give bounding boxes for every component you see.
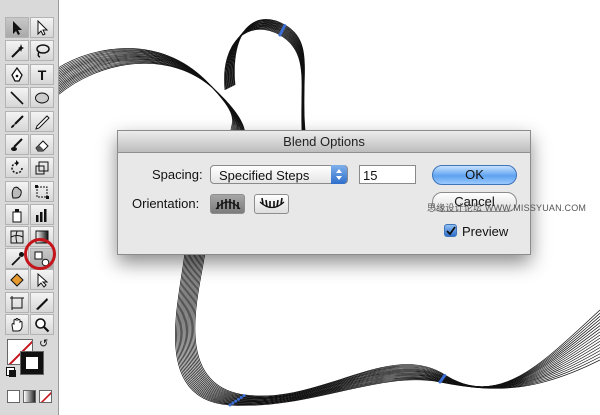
paintbrush-tool[interactable] (5, 111, 29, 132)
free-transform-icon (35, 184, 49, 199)
scale-tool[interactable] (30, 157, 54, 178)
blob-brush-icon (11, 137, 23, 151)
paintbrush-icon (11, 114, 24, 128)
rotate-icon (11, 159, 23, 174)
mesh-icon (10, 230, 24, 243)
symbol-sprayer-icon (12, 208, 22, 222)
ok-button[interactable]: OK (432, 165, 517, 185)
specified-steps-input[interactable]: 15 (359, 165, 416, 184)
zoom-tool[interactable] (30, 314, 54, 335)
gradient-mode-button[interactable] (23, 390, 36, 403)
live-paint-selection-tool[interactable] (30, 269, 54, 290)
scale-icon (35, 161, 49, 174)
dropdown-arrows-icon (331, 165, 347, 184)
slice-tool[interactable] (30, 292, 54, 313)
pen-tool[interactable] (5, 64, 29, 85)
arrow-white-icon (37, 19, 49, 36)
spacing-label: Spacing: (152, 167, 203, 182)
swap-fill-stroke-icon[interactable]: ↺ (39, 337, 48, 350)
mesh-tool[interactable] (5, 226, 29, 247)
preview-checkbox[interactable] (444, 224, 457, 237)
anchor-point (236, 397, 240, 401)
bar-graph-icon (36, 208, 47, 222)
live-paint-bucket-tool[interactable] (5, 269, 29, 290)
none-slash-icon (40, 391, 51, 402)
blend-step-path (177, 251, 600, 405)
spacing-dropdown[interactable]: Specified Steps (210, 165, 348, 184)
symbol-sprayer-tool[interactable] (5, 204, 29, 225)
eraser-icon (35, 139, 49, 151)
blob-brush-tool[interactable] (5, 134, 29, 155)
tools-panel: T ↺ (0, 0, 59, 415)
magic-wand-tool[interactable] (5, 40, 29, 61)
blend-step-path (183, 251, 600, 402)
none-mode-button[interactable] (39, 390, 52, 403)
default-fill-stroke-icon[interactable] (6, 367, 16, 377)
slice-knife-icon (36, 297, 48, 310)
column-graph-tool[interactable] (30, 204, 54, 225)
warp-tool[interactable] (5, 181, 29, 202)
anchor-point (283, 24, 287, 28)
live-paint-selection-icon (37, 272, 49, 288)
dialog-titlebar[interactable]: Blend Options (118, 131, 530, 153)
pencil-icon (35, 114, 50, 130)
lasso-icon (36, 43, 50, 58)
artboard-tool[interactable] (5, 292, 29, 313)
dialog-title: Blend Options (283, 134, 365, 149)
type-tool-label: T (37, 66, 47, 83)
align-to-path-button[interactable] (254, 194, 289, 214)
align-to-path-icon (259, 197, 284, 209)
magic-wand-icon (11, 43, 24, 58)
arrow-black-icon (13, 20, 22, 35)
pen-nib-icon (11, 66, 23, 82)
blend-tool-highlight-circle (24, 238, 56, 270)
rotate-tool[interactable] (5, 157, 29, 178)
anchor-point (228, 403, 232, 407)
ok-button-label: OK (465, 167, 484, 182)
line-segment-tool[interactable] (5, 87, 29, 108)
lasso-tool[interactable] (30, 40, 54, 61)
watermark: 思缘设计论坛 WWW.MISSYUAN.COM (427, 203, 587, 213)
eyedropper-icon (11, 251, 24, 266)
hand-tool[interactable] (5, 314, 29, 335)
eraser-tool[interactable] (30, 134, 54, 155)
hand-icon (11, 317, 23, 331)
paint-bucket-icon (10, 272, 24, 287)
preview-label: Preview (462, 224, 509, 239)
anchor-point (242, 394, 246, 398)
align-to-page-icon (215, 199, 240, 210)
zoom-magnifier-icon (35, 317, 50, 332)
free-transform-tool[interactable] (30, 181, 54, 202)
anchor-point (443, 373, 447, 377)
blend-options-dialog: Blend Options Spacing: Specified Steps 1… (117, 130, 531, 255)
selection-tool[interactable] (5, 17, 29, 38)
ellipse-tool[interactable] (30, 87, 54, 108)
steps-value: 15 (363, 168, 378, 183)
direct-selection-tool[interactable] (30, 17, 54, 38)
artboard-icon (10, 295, 24, 310)
pencil-tool[interactable] (30, 111, 54, 132)
type-tool[interactable]: T (30, 64, 54, 85)
blend-step-path (186, 251, 600, 401)
anchor-point (239, 396, 243, 399)
align-to-page-button[interactable] (210, 194, 245, 214)
checkmark-icon (445, 225, 456, 235)
stroke-swatch[interactable] (20, 351, 44, 375)
color-mode-button[interactable] (7, 390, 20, 403)
warp-hand-icon (11, 186, 22, 198)
spacing-dropdown-value: Specified Steps (219, 168, 310, 183)
anchor-point (234, 399, 238, 403)
orientation-label: Orientation: (132, 196, 200, 211)
ellipse-icon (35, 92, 49, 103)
anchor-point (231, 401, 235, 405)
line-icon (10, 90, 24, 105)
